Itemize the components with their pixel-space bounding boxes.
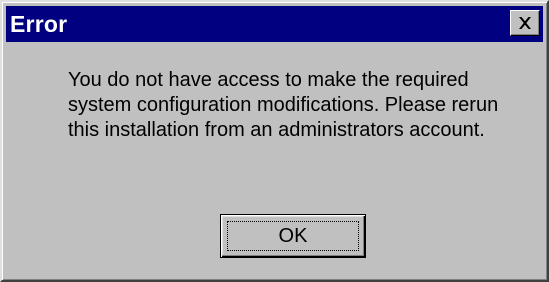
title-bar[interactable]: Error [6, 6, 543, 42]
ok-button[interactable]: OK [220, 214, 366, 258]
close-button[interactable] [510, 10, 540, 36]
close-x-icon [519, 17, 531, 29]
ok-button-label: OK [278, 224, 308, 247]
error-message: You do not have access to make the requi… [68, 69, 499, 141]
window-title: Error [10, 11, 68, 37]
error-dialog: Error You do not have access to make the… [0, 0, 549, 282]
